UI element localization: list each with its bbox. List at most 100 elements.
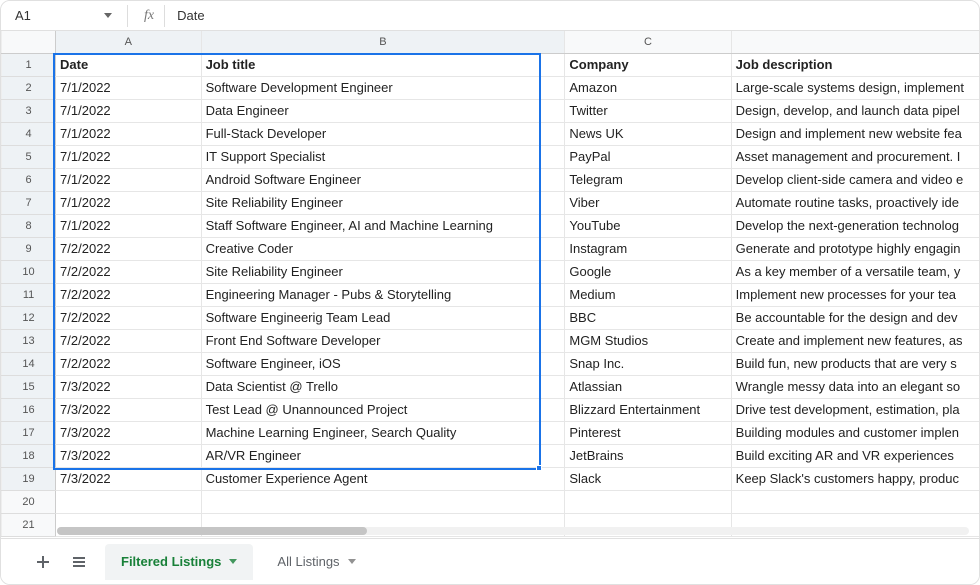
cell-A10[interactable]: 7/2/2022 <box>56 261 202 284</box>
cell-A3[interactable]: 7/1/2022 <box>56 100 202 123</box>
row-header-6[interactable]: 6 <box>2 169 56 192</box>
cell-B6[interactable]: Android Software Engineer <box>201 169 565 192</box>
cell-B15[interactable]: Data Scientist @ Trello <box>201 376 565 399</box>
row-header-19[interactable]: 19 <box>2 468 56 491</box>
row-header-2[interactable]: 2 <box>2 77 56 100</box>
cell-D17[interactable]: Building modules and customer implen <box>731 422 979 445</box>
cell-B2[interactable]: Software Development Engineer <box>201 77 565 100</box>
cell-B20[interactable] <box>201 491 565 514</box>
cell-C11[interactable]: Medium <box>565 284 731 307</box>
row-header-15[interactable]: 15 <box>2 376 56 399</box>
cell-C13[interactable]: MGM Studios <box>565 330 731 353</box>
row-header-3[interactable]: 3 <box>2 100 56 123</box>
cell-D4[interactable]: Design and implement new website fea <box>731 123 979 146</box>
cell-D15[interactable]: Wrangle messy data into an elegant so <box>731 376 979 399</box>
row-header-17[interactable]: 17 <box>2 422 56 445</box>
cell-B8[interactable]: Staff Software Engineer, AI and Machine … <box>201 215 565 238</box>
cell-D10[interactable]: As a key member of a versatile team, y <box>731 261 979 284</box>
cell-C7[interactable]: Viber <box>565 192 731 215</box>
formula-input[interactable]: Date <box>177 8 979 23</box>
row-header-1[interactable]: 1 <box>2 54 56 77</box>
cell-D3[interactable]: Design, develop, and launch data pipel <box>731 100 979 123</box>
cell-B7[interactable]: Site Reliability Engineer <box>201 192 565 215</box>
cell-D2[interactable]: Large-scale systems design, implement <box>731 77 979 100</box>
cell-A15[interactable]: 7/3/2022 <box>56 376 202 399</box>
cell-A20[interactable] <box>56 491 202 514</box>
cell-A2[interactable]: 7/1/2022 <box>56 77 202 100</box>
chevron-down-icon[interactable] <box>348 559 356 565</box>
cell-B5[interactable]: IT Support Specialist <box>201 146 565 169</box>
horizontal-scrollbar[interactable] <box>53 524 969 538</box>
cell-C16[interactable]: Blizzard Entertainment <box>565 399 731 422</box>
column-header-B[interactable]: B <box>201 31 565 54</box>
cell-C20[interactable] <box>565 491 731 514</box>
select-all-corner[interactable] <box>2 31 56 54</box>
cell-A6[interactable]: 7/1/2022 <box>56 169 202 192</box>
cell-B18[interactable]: AR/VR Engineer <box>201 445 565 468</box>
add-sheet-button[interactable] <box>25 544 61 580</box>
tab-all-listings[interactable]: All Listings <box>261 544 371 580</box>
row-header-16[interactable]: 16 <box>2 399 56 422</box>
cell-A5[interactable]: 7/1/2022 <box>56 146 202 169</box>
cell-C9[interactable]: Instagram <box>565 238 731 261</box>
cell-B16[interactable]: Test Lead @ Unannounced Project <box>201 399 565 422</box>
cell-C19[interactable]: Slack <box>565 468 731 491</box>
column-header-C[interactable]: C <box>565 31 731 54</box>
cell-B11[interactable]: Engineering Manager - Pubs & Storytellin… <box>201 284 565 307</box>
cell-A4[interactable]: 7/1/2022 <box>56 123 202 146</box>
cell-A12[interactable]: 7/2/2022 <box>56 307 202 330</box>
cell-B14[interactable]: Software Engineer, iOS <box>201 353 565 376</box>
row-header-9[interactable]: 9 <box>2 238 56 261</box>
tab-filtered-listings[interactable]: Filtered Listings <box>105 544 253 580</box>
cell-D5[interactable]: Asset management and procurement. I <box>731 146 979 169</box>
cell-A8[interactable]: 7/1/2022 <box>56 215 202 238</box>
cell-A18[interactable]: 7/3/2022 <box>56 445 202 468</box>
cell-B12[interactable]: Software Engineerig Team Lead <box>201 307 565 330</box>
row-header-18[interactable]: 18 <box>2 445 56 468</box>
cell-A11[interactable]: 7/2/2022 <box>56 284 202 307</box>
cell-C15[interactable]: Atlassian <box>565 376 731 399</box>
cell-A16[interactable]: 7/3/2022 <box>56 399 202 422</box>
cell-D16[interactable]: Drive test development, estimation, pla <box>731 399 979 422</box>
cell-D13[interactable]: Create and implement new features, as <box>731 330 979 353</box>
cell-D7[interactable]: Automate routine tasks, proactively ide <box>731 192 979 215</box>
cell-C10[interactable]: Google <box>565 261 731 284</box>
cell-A7[interactable]: 7/1/2022 <box>56 192 202 215</box>
cell-C8[interactable]: YouTube <box>565 215 731 238</box>
row-header-12[interactable]: 12 <box>2 307 56 330</box>
cell-B13[interactable]: Front End Software Developer <box>201 330 565 353</box>
cell-C18[interactable]: JetBrains <box>565 445 731 468</box>
cell-B10[interactable]: Site Reliability Engineer <box>201 261 565 284</box>
cell-C1[interactable]: Company <box>565 54 731 77</box>
cell-C12[interactable]: BBC <box>565 307 731 330</box>
row-header-4[interactable]: 4 <box>2 123 56 146</box>
cell-C14[interactable]: Snap Inc. <box>565 353 731 376</box>
row-header-11[interactable]: 11 <box>2 284 56 307</box>
row-header-5[interactable]: 5 <box>2 146 56 169</box>
cell-B3[interactable]: Data Engineer <box>201 100 565 123</box>
row-header-8[interactable]: 8 <box>2 215 56 238</box>
cell-D12[interactable]: Be accountable for the design and dev <box>731 307 979 330</box>
cell-A13[interactable]: 7/2/2022 <box>56 330 202 353</box>
cell-C5[interactable]: PayPal <box>565 146 731 169</box>
cell-B1[interactable]: Job title <box>201 54 565 77</box>
cell-C6[interactable]: Telegram <box>565 169 731 192</box>
cell-D14[interactable]: Build fun, new products that are very s <box>731 353 979 376</box>
cell-A17[interactable]: 7/3/2022 <box>56 422 202 445</box>
name-box[interactable]: A1 <box>9 1 121 31</box>
cell-C4[interactable]: News UK <box>565 123 731 146</box>
cell-B17[interactable]: Machine Learning Engineer, Search Qualit… <box>201 422 565 445</box>
row-header-10[interactable]: 10 <box>2 261 56 284</box>
row-header-14[interactable]: 14 <box>2 353 56 376</box>
column-header-D[interactable]: D <box>731 31 979 54</box>
cell-A1[interactable]: Date <box>56 54 202 77</box>
cell-C17[interactable]: Pinterest <box>565 422 731 445</box>
cell-A19[interactable]: 7/3/2022 <box>56 468 202 491</box>
cell-B9[interactable]: Creative Coder <box>201 238 565 261</box>
row-header-21[interactable]: 21 <box>2 514 56 537</box>
column-header-A[interactable]: A <box>56 31 202 54</box>
cell-B4[interactable]: Full-Stack Developer <box>201 123 565 146</box>
cell-C3[interactable]: Twitter <box>565 100 731 123</box>
chevron-down-icon[interactable] <box>229 559 237 565</box>
cell-D19[interactable]: Keep Slack's customers happy, produc <box>731 468 979 491</box>
